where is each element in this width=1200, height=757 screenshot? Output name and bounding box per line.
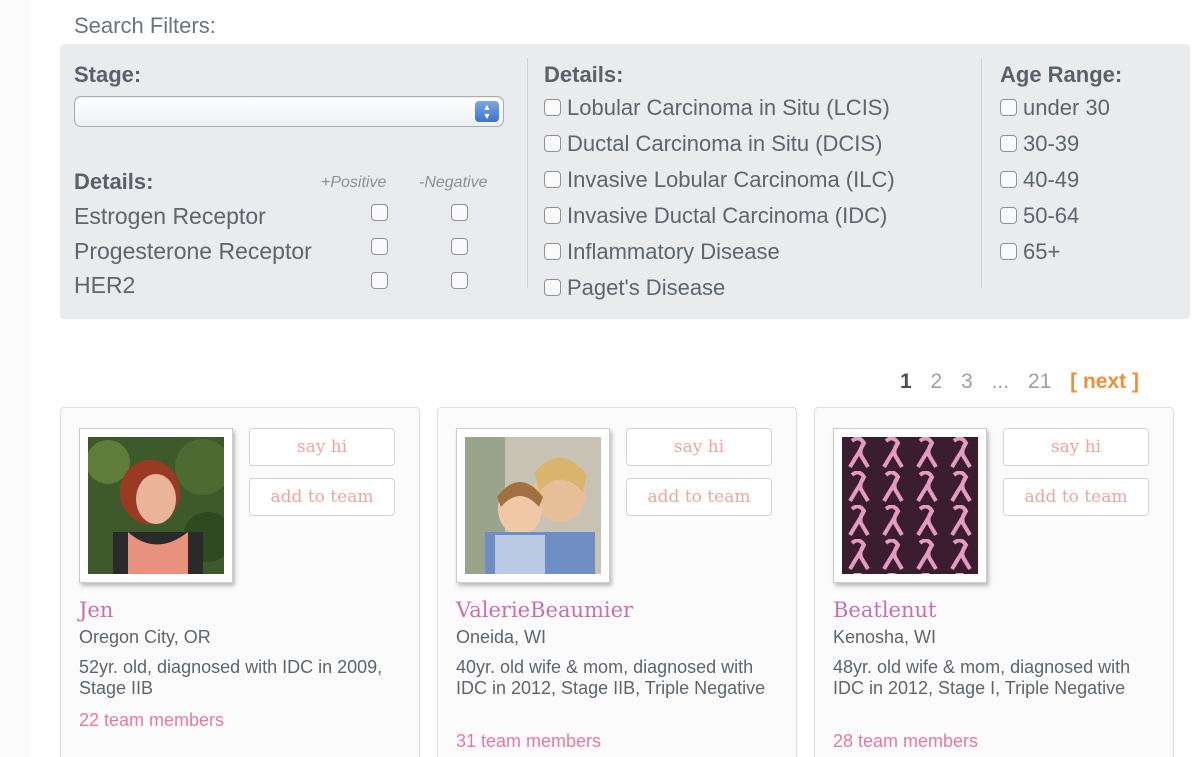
negative-column-label: -Negative (419, 174, 488, 191)
receptor-row-progesterone: Progesterone Receptor (74, 238, 312, 265)
dcis-checkbox[interactable] (544, 135, 561, 152)
team-members-link[interactable]: 31 team members (456, 731, 601, 752)
add-to-team-button[interactable]: add to team (1003, 478, 1149, 516)
age-range-label: Age Range: (1000, 62, 1123, 87)
profile-photo-frame[interactable] (833, 428, 987, 583)
age-option-label: 50-64 (1023, 203, 1080, 228)
profile-photo[interactable] (842, 437, 978, 574)
team-members-link[interactable]: 22 team members (79, 710, 224, 731)
search-filters-title: Search Filters: (74, 13, 216, 38)
age-column: Age Range: under 30 30-39 40-49 50-64 65… (1000, 62, 1180, 264)
profile-name[interactable]: ValerieBeaumier (456, 598, 633, 622)
profile-photo[interactable] (88, 437, 224, 574)
profile-description: 48yr. old wife & mom, diagnosed with IDC… (833, 657, 1131, 698)
inflammatory-checkbox[interactable] (544, 243, 561, 260)
65-plus-checkbox[interactable] (1000, 243, 1017, 260)
profile-card: say hi add to team Beatlenut Kenosha, WI… (814, 407, 1174, 757)
receptor-row-estrogen: Estrogen Receptor (74, 203, 266, 230)
column-divider (981, 58, 982, 288)
receptor-details-label: Details: (74, 169, 154, 194)
details-option-label: Invasive Lobular Carcinoma (ILC) (567, 167, 895, 192)
say-hi-button[interactable]: say hi (626, 428, 772, 466)
page-link-3[interactable]: 3 (961, 370, 973, 394)
page-link-2[interactable]: 2 (931, 370, 943, 394)
receptor-label: Estrogen Receptor (74, 203, 266, 229)
profile-location: Oregon City, OR (79, 627, 211, 647)
receptor-label: Progesterone Receptor (74, 238, 312, 264)
progesterone-negative-checkbox[interactable] (451, 238, 468, 255)
receptor-row-her2: HER2 (74, 272, 135, 299)
details-option-label: Lobular Carcinoma in Situ (LCIS) (567, 95, 890, 120)
pagets-checkbox[interactable] (544, 279, 561, 296)
next-page-link[interactable]: [ next ] (1070, 370, 1139, 394)
filter-panel: Stage: ▲ ▼ Details: +Positive -Negative E… (60, 44, 1190, 319)
profile-description: 52yr. old, diagnosed with IDC in 2009, S… (79, 657, 383, 698)
positive-column-label: +Positive (321, 174, 387, 191)
estrogen-positive-checkbox[interactable] (371, 204, 388, 221)
receptor-label: HER2 (74, 272, 136, 298)
profile-card: say hi add to team ValerieBeaumier Oneid… (437, 407, 797, 757)
say-hi-button[interactable]: say hi (1003, 428, 1149, 466)
team-members-link[interactable]: 28 team members (833, 731, 978, 752)
profile-location: Oneida, WI (456, 627, 547, 647)
stage-column: Stage: ▲ ▼ Details: +Positive -Negative E… (74, 62, 519, 298)
her2-positive-checkbox[interactable] (371, 272, 388, 289)
age-option-label: 65+ (1023, 239, 1061, 264)
ilc-checkbox[interactable] (544, 171, 561, 188)
stage-label: Stage: (74, 62, 142, 87)
idc-checkbox[interactable] (544, 207, 561, 224)
age-option-label: 30-39 (1023, 131, 1080, 156)
under-30-checkbox[interactable] (1000, 99, 1017, 116)
column-divider (527, 58, 528, 288)
profile-name[interactable]: Beatlenut (833, 598, 936, 622)
page-link-1[interactable]: 1 (900, 370, 912, 394)
profile-photo[interactable] (465, 437, 601, 574)
left-rail (0, 0, 30, 757)
page-link-21[interactable]: 21 (1028, 370, 1051, 394)
her2-negative-checkbox[interactable] (451, 272, 468, 289)
40-49-checkbox[interactable] (1000, 171, 1017, 188)
details-option-label: Ductal Carcinoma in Situ (DCIS) (567, 131, 883, 156)
page-ellipsis: ... (991, 370, 1010, 393)
age-option-label: under 30 (1023, 95, 1110, 120)
profile-location: Kenosha, WI (833, 627, 937, 647)
profile-photo-frame[interactable] (79, 428, 233, 583)
stage-select[interactable]: ▲ ▼ (74, 96, 504, 127)
details-option-label: Invasive Ductal Carcinoma (IDC) (567, 203, 888, 228)
lcis-checkbox[interactable] (544, 99, 561, 116)
profile-description: 40yr. old wife & mom, diagnosed with IDC… (456, 657, 766, 698)
add-to-team-button[interactable]: add to team (249, 478, 395, 516)
details-label: Details: (544, 62, 624, 87)
details-option-label: Inflammatory Disease (567, 239, 780, 264)
profile-photo-frame[interactable] (456, 428, 610, 583)
progesterone-positive-checkbox[interactable] (371, 238, 388, 255)
profile-name[interactable]: Jen (79, 598, 113, 622)
select-arrows-icon[interactable]: ▲ ▼ (475, 101, 499, 122)
30-39-checkbox[interactable] (1000, 135, 1017, 152)
age-option-label: 40-49 (1023, 167, 1080, 192)
details-option-label: Paget's Disease (567, 275, 726, 300)
say-hi-button[interactable]: say hi (249, 428, 395, 466)
estrogen-negative-checkbox[interactable] (451, 204, 468, 221)
page: Search Filters: Stage: ▲ ▼ Details: +Posi… (0, 0, 1200, 757)
details-column: Details: Lobular Carcinoma in Situ (LCIS… (544, 62, 984, 300)
pagination: 1 2 3 ... 21 [ next ] (900, 370, 1139, 394)
profile-card: say hi add to team Jen Oregon City, OR 5… (60, 407, 420, 757)
50-64-checkbox[interactable] (1000, 207, 1017, 224)
add-to-team-button[interactable]: add to team (626, 478, 772, 516)
